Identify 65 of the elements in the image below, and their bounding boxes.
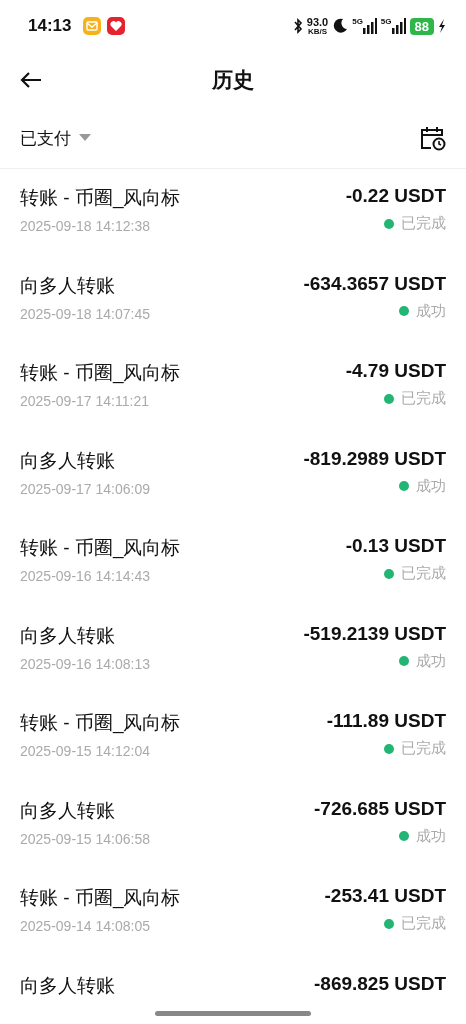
transaction-status: 已完成 (401, 914, 446, 933)
transaction-status: 成功 (416, 476, 446, 496)
transaction-date: 2025-09-17 14:11:21 (20, 393, 150, 409)
transaction-status: 成功 (416, 301, 446, 321)
transaction-date: 2025-09-17 14:06:09 (20, 480, 150, 497)
transaction-amount: -819.2989 USDT (303, 447, 446, 470)
transaction-title: 转账 - 币圈_风向标 (20, 536, 181, 561)
status-dot-icon (399, 481, 409, 491)
status-dot-icon (384, 393, 394, 404)
transaction-amount: -519.2139 USDT (303, 622, 446, 645)
back-arrow-icon (20, 71, 42, 89)
clock: 14:13 (28, 16, 72, 36)
transaction-title: 向多人转账 (20, 973, 115, 998)
signal-icon (362, 18, 377, 34)
network-label: 5G (352, 18, 363, 26)
caret-icon (79, 134, 91, 142)
charging-icon (438, 19, 446, 33)
speed-unit: KB/S (307, 27, 328, 36)
status-dot-icon (399, 656, 409, 666)
transaction-amount: -0.22 USDT (345, 185, 446, 207)
page-title: 历史 (212, 67, 254, 93)
transaction-status: 已完成 (401, 389, 446, 408)
status-dot-icon (384, 568, 394, 579)
transaction-amount: -726.685 USDT (314, 797, 446, 820)
transaction-title: 转账 - 币圈_风向标 (20, 711, 181, 736)
transaction-title: 转账 - 币圈_风向标 (20, 886, 181, 911)
transaction-date: 2025-09-14 14:08:05 (20, 918, 151, 934)
calendar-button[interactable] (420, 125, 446, 151)
transaction-amount: -253.41 USDT (324, 885, 446, 907)
status-dot-icon (399, 306, 409, 316)
transaction-status: 成功 (416, 651, 446, 671)
status-dot-icon (384, 743, 394, 754)
transaction-status: 成功 (416, 826, 446, 846)
transaction-title: 转账 - 币圈_风向标 (20, 186, 181, 211)
transaction-amount: -4.79 USDT (345, 360, 446, 382)
calendar-icon (420, 125, 446, 151)
transaction-amount: -634.3657 USDT (303, 272, 446, 295)
transaction-date: 2025-09-18 14:07:45 (20, 305, 150, 322)
transaction-amount: -0.13 USDT (345, 535, 446, 557)
transaction-date: 2025-09-16 14:14:43 (20, 568, 151, 584)
mail-icon (83, 17, 102, 35)
transaction-title: 向多人转账 (20, 623, 116, 648)
status-dot-icon (384, 918, 394, 929)
transaction-date: 2025-09-15 14:12:04 (20, 743, 151, 759)
transaction-status: 已完成 (401, 214, 446, 233)
transaction-title: 向多人转账 (20, 448, 116, 473)
transaction-amount: -111.89 USDT (326, 710, 446, 732)
transaction-amount: -869.825 USDT (314, 972, 446, 995)
transaction-title: 转账 - 币圈_风向标 (20, 361, 181, 386)
network-label: 5G (380, 18, 392, 26)
status-dot-icon (399, 831, 409, 841)
filter-dropdown[interactable]: 已支付 (20, 126, 91, 150)
network-speed: 93.0 (306, 16, 329, 28)
battery-level: 88 (409, 17, 434, 35)
transaction-date: 2025-09-15 14:06:58 (20, 830, 150, 847)
signal-icon (391, 18, 406, 34)
transaction-date: 2025-09-16 14:08:13 (20, 655, 150, 672)
transaction-status: 已完成 (401, 564, 446, 583)
status-dot-icon (384, 218, 394, 229)
transaction-status: 已完成 (401, 739, 446, 758)
moon-icon (332, 18, 349, 34)
transaction-date: 2025-09-18 14:12:38 (20, 218, 151, 234)
transaction-title: 向多人转账 (20, 798, 116, 823)
bluetooth-icon (292, 18, 303, 34)
transaction-title: 向多人转账 (20, 273, 116, 298)
